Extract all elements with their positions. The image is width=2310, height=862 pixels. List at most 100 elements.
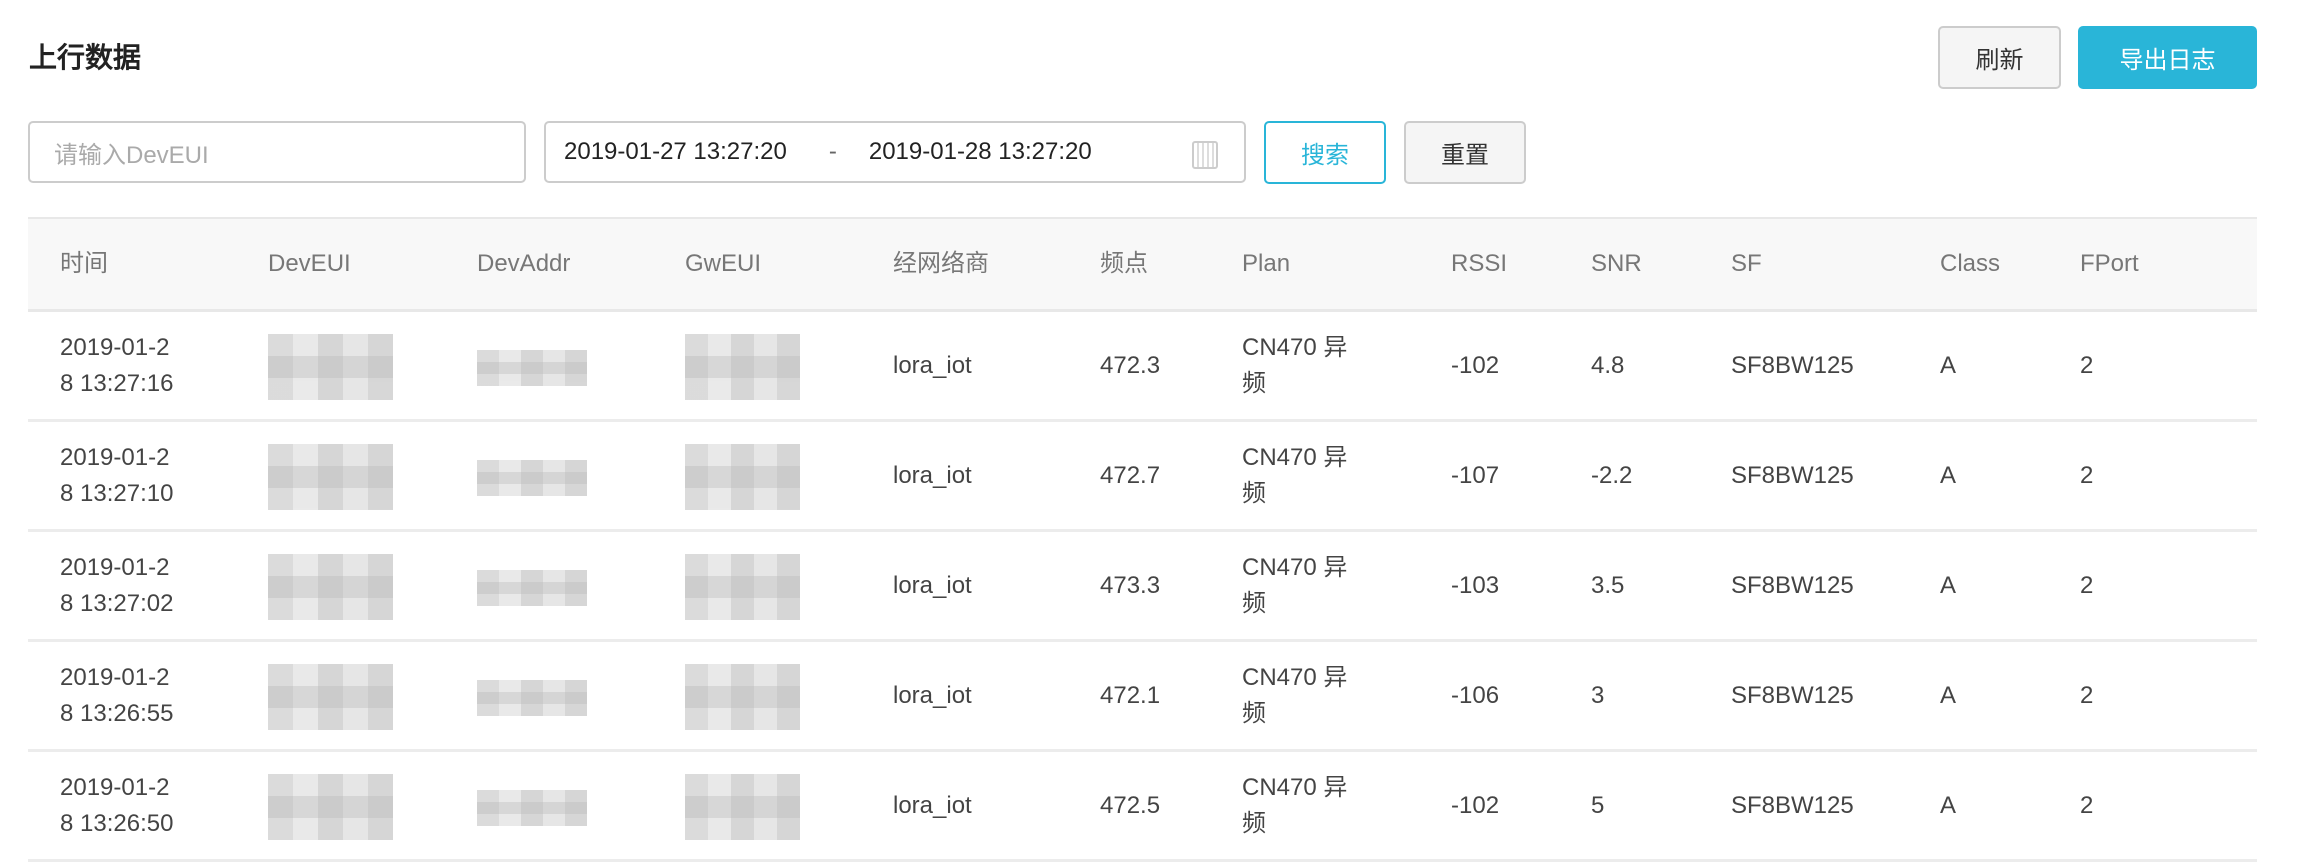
fport-text: 2 xyxy=(2080,461,2094,489)
plan2-text: 频 xyxy=(1242,589,1266,617)
cell-sf: SF8BW125 xyxy=(1731,788,1854,824)
cell-sf: SF8BW125 xyxy=(1731,458,1854,494)
sf-text: SF8BW125 xyxy=(1731,571,1854,599)
redacted-value xyxy=(477,680,587,716)
redacted-value xyxy=(685,554,800,620)
table-row[interactable]: 2019-01-2 8 13:27:02 lora_iot 473.3 CN470 异频… xyxy=(28,532,2257,642)
column-header: DevAddr xyxy=(477,250,571,277)
operator-text: lora_iot xyxy=(893,791,972,819)
cell-freq: 472.5 xyxy=(1100,788,1160,824)
rssi-text: -106 xyxy=(1451,681,1500,709)
column-header: FPort xyxy=(2080,250,2139,277)
time1-text: 2019-01-2 xyxy=(60,333,170,361)
operator-text: lora_iot xyxy=(893,571,972,599)
sf-text: SF8BW125 xyxy=(1731,351,1854,379)
column-header: 时间 xyxy=(60,250,108,277)
range-separator: - xyxy=(828,138,837,165)
cell-freq: 472.7 xyxy=(1100,458,1160,494)
cell-time: 2019-01-2 8 13:27:02 xyxy=(60,550,173,622)
table-row[interactable]: 2019-01-2 8 13:27:16 lora_iot 472.3 CN470 异频… xyxy=(28,312,2257,422)
operator-text: lora_iot xyxy=(893,351,972,379)
fport-text: 2 xyxy=(2080,571,2094,599)
fport-text: 2 xyxy=(2080,681,2094,709)
sf-text: SF8BW125 xyxy=(1731,791,1854,819)
search-button[interactable]: 搜索 xyxy=(1264,121,1386,184)
column-header: SF xyxy=(1731,250,1762,277)
rssi-text: -103 xyxy=(1451,571,1500,599)
cell-plan: CN470 异频 xyxy=(1242,440,1347,512)
cell-fport: 2 xyxy=(2080,678,2093,714)
cell-freq: 473.3 xyxy=(1100,568,1160,604)
export-log-button[interactable]: 导出日志 xyxy=(2078,26,2257,89)
cell-rssi: -106 xyxy=(1451,678,1499,714)
redacted-value xyxy=(477,790,587,826)
column-header: GwEUI xyxy=(685,250,762,277)
deveui-input[interactable]: 请输入DevEUI xyxy=(28,121,526,183)
time1-text: 2019-01-2 xyxy=(60,773,170,801)
date-range-picker[interactable]: 2019-01-27 13:27:20 - 2019-01-28 13:27:2… xyxy=(544,121,1246,183)
cell-class: A xyxy=(1940,678,1956,714)
class-text: A xyxy=(1940,681,1957,709)
fport-text: 2 xyxy=(2080,791,2094,819)
operator-text: lora_iot xyxy=(893,461,972,489)
rssi-text: -102 xyxy=(1451,791,1500,819)
cell-class: A xyxy=(1940,348,1956,384)
operator-text: lora_iot xyxy=(893,681,972,709)
table-row[interactable]: 2019-01-2 8 13:26:50 lora_iot 472.5 CN470 异频… xyxy=(28,752,2257,862)
freq-text: 472.5 xyxy=(1100,791,1161,819)
time2-text: 8 13:26:55 xyxy=(60,699,174,727)
time2-text: 8 13:27:10 xyxy=(60,479,174,507)
plan1-text: CN470 异 xyxy=(1242,663,1348,691)
cell-operator: lora_iot xyxy=(893,568,972,604)
time2-text: 8 13:27:16 xyxy=(60,369,174,397)
cell-operator: lora_iot xyxy=(893,678,972,714)
cell-fport: 2 xyxy=(2080,788,2093,824)
cell-plan: CN470 异频 xyxy=(1242,330,1347,402)
cell-operator: lora_iot xyxy=(893,348,972,384)
time2-text: 8 13:26:50 xyxy=(60,809,174,837)
cell-snr: 3.5 xyxy=(1591,568,1624,604)
freq-text: 472.3 xyxy=(1100,351,1161,379)
plan2-text: 频 xyxy=(1242,369,1266,397)
plan1-text: CN470 异 xyxy=(1242,773,1348,801)
cell-operator: lora_iot xyxy=(893,458,972,494)
rssi-text: -107 xyxy=(1451,461,1500,489)
sf-text: SF8BW125 xyxy=(1731,681,1854,709)
cell-sf: SF8BW125 xyxy=(1731,568,1854,604)
cell-snr: 3 xyxy=(1591,678,1604,714)
cell-time: 2019-01-2 8 13:27:16 xyxy=(60,330,173,402)
refresh-button[interactable]: 刷新 xyxy=(1938,26,2061,89)
cell-time: 2019-01-2 8 13:27:10 xyxy=(60,440,173,512)
cell-time: 2019-01-2 8 13:26:50 xyxy=(60,770,173,842)
cell-plan: CN470 异频 xyxy=(1242,770,1347,842)
table-row[interactable]: 2019-01-2 8 13:27:10 lora_iot 472.7 CN470 异频… xyxy=(28,422,2257,532)
table-header: 时间 DevEUI DevAddr GwEUI 经网络商 频点 Plan RSSI SNR SF C… xyxy=(28,217,2257,312)
plan2-text: 频 xyxy=(1242,699,1266,727)
cell-rssi: -102 xyxy=(1451,788,1499,824)
redacted-value xyxy=(268,554,393,620)
redacted-value xyxy=(685,774,800,840)
column-header: Plan xyxy=(1242,250,1291,277)
redacted-value xyxy=(477,350,587,386)
plan1-text: CN470 异 xyxy=(1242,333,1348,361)
rssi-text: -102 xyxy=(1451,351,1500,379)
cell-fport: 2 xyxy=(2080,348,2093,384)
table-row[interactable]: 2019-01-2 8 13:26:55 lora_iot 472.1 CN470 异频… xyxy=(28,642,2257,752)
reset-button[interactable]: 重置 xyxy=(1404,121,1526,184)
cell-snr: 4.8 xyxy=(1591,348,1624,384)
time2-text: 8 13:27:02 xyxy=(60,589,174,617)
class-text: A xyxy=(1940,351,1957,379)
cell-sf: SF8BW125 xyxy=(1731,678,1854,714)
redacted-value xyxy=(685,444,800,510)
redacted-value xyxy=(685,664,800,730)
column-header: 频点 xyxy=(1100,250,1148,277)
plan1-text: CN470 异 xyxy=(1242,443,1348,471)
cell-plan: CN470 异频 xyxy=(1242,660,1347,732)
calendar-icon[interactable] xyxy=(1192,141,1218,169)
cell-rssi: -102 xyxy=(1451,348,1499,384)
snr-text: 3 xyxy=(1591,681,1605,709)
redacted-value xyxy=(268,334,393,400)
end-time: 2019-01-28 13:27:20 xyxy=(868,138,1092,165)
time1-text: 2019-01-2 xyxy=(60,443,170,471)
column-header: 经网络商 xyxy=(893,250,989,277)
